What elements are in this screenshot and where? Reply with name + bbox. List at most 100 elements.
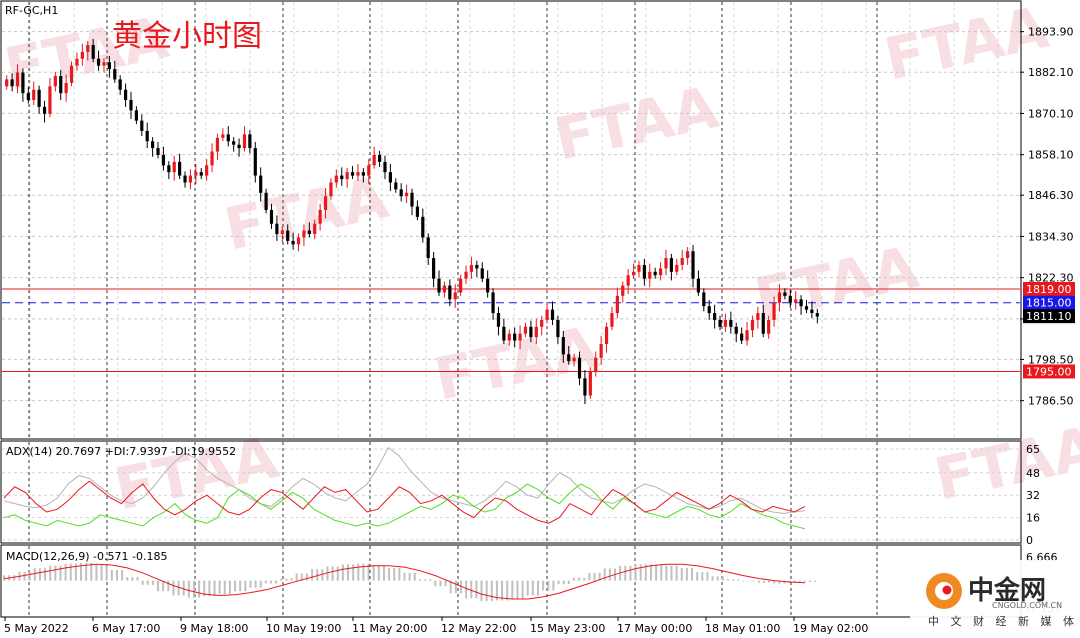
candle-body	[637, 264, 641, 272]
candle-body	[215, 137, 220, 152]
candle-body	[388, 172, 392, 183]
candle-body	[772, 302, 776, 320]
logo-tagline: 中 文 财 经 新 媒 体	[928, 614, 1078, 628]
candle-body	[437, 278, 441, 293]
candle-body	[794, 299, 798, 303]
candle-body	[567, 354, 571, 362]
candle-body	[529, 326, 533, 338]
candle-body	[459, 278, 463, 293]
candle-body	[599, 343, 603, 358]
y-tick-label: 48	[1026, 467, 1040, 480]
candle-body	[518, 333, 522, 341]
candle-body	[221, 134, 225, 138]
candle-body	[621, 285, 625, 296]
candle-body	[680, 258, 684, 265]
price-level-label: 1819.00	[1026, 283, 1072, 296]
candle-body	[718, 319, 722, 327]
candle-body	[323, 196, 328, 210]
x-tick-label: 9 May 18:00	[180, 622, 248, 635]
candle-body	[345, 172, 349, 180]
candle-body	[615, 295, 619, 314]
candle-body	[696, 278, 701, 293]
candle-body	[480, 268, 484, 279]
candle-body	[91, 45, 95, 59]
candle-body	[761, 313, 765, 334]
candle-body	[561, 337, 565, 355]
candle-body	[64, 82, 68, 94]
y-tick-label: 0	[1026, 534, 1033, 547]
y-tick-label: 16	[1026, 512, 1040, 525]
candle-body	[410, 192, 414, 207]
candle-body	[777, 292, 782, 303]
candle-body	[237, 144, 241, 149]
candle-body	[664, 258, 668, 269]
candle-body	[669, 258, 673, 272]
candle-body	[486, 278, 490, 293]
candle-body	[286, 230, 290, 241]
candle-body	[815, 313, 819, 317]
candle-body	[172, 161, 176, 173]
candle-body	[188, 175, 193, 183]
symbol-label: RF-GC,H1	[5, 4, 58, 17]
candle-body	[42, 106, 47, 114]
candle-body	[783, 292, 787, 296]
candle-body	[804, 306, 809, 310]
candle-body	[642, 264, 646, 279]
candle-body	[356, 172, 360, 176]
candle-body	[205, 165, 209, 176]
candle-body	[151, 141, 155, 149]
candle-body	[475, 264, 479, 269]
candle-body	[361, 172, 365, 176]
logo-url: CNGOLD.COM.CN	[992, 601, 1062, 610]
candle-body	[513, 333, 517, 341]
candle-body	[740, 333, 744, 341]
candle-body	[415, 206, 420, 217]
candle-body	[464, 271, 468, 279]
candle-body	[729, 319, 733, 327]
candle-body	[713, 313, 717, 320]
candle-body	[496, 313, 501, 327]
candle-body	[226, 134, 230, 142]
candle-body	[167, 165, 171, 173]
y-tick-label: 1786.50	[1028, 395, 1074, 408]
candle-body	[334, 175, 338, 183]
candle-body	[469, 264, 474, 272]
current-price-label: 1811.10	[1026, 310, 1072, 323]
candle-body	[372, 155, 376, 166]
candle-body	[491, 292, 495, 314]
candle-body	[788, 295, 792, 303]
candle-body	[594, 357, 598, 372]
candle-body	[577, 357, 582, 379]
candle-body	[145, 130, 149, 142]
candle-body	[583, 378, 587, 396]
candle-body	[69, 65, 74, 83]
x-tick-label: 18 May 01:00	[705, 622, 780, 635]
candle-body	[248, 134, 252, 149]
candle-body	[750, 319, 755, 331]
x-tick-label: 5 May 2022	[4, 622, 69, 635]
candle-body	[107, 62, 111, 70]
candle-body	[302, 230, 306, 238]
candle-body	[610, 313, 614, 327]
candle-body	[296, 237, 301, 245]
candle-body	[48, 86, 52, 114]
candle-body	[545, 309, 549, 320]
candle-body	[21, 72, 25, 94]
candle-body	[767, 319, 771, 334]
candle-body	[377, 155, 382, 162]
candle-body	[269, 209, 274, 224]
candle-body	[53, 75, 57, 87]
candle-body	[156, 148, 160, 155]
candle-body	[810, 309, 814, 314]
candle-body	[723, 319, 728, 327]
candle-body	[86, 45, 90, 52]
candle-body	[588, 371, 592, 396]
x-tick-label: 15 May 23:00	[530, 622, 605, 635]
candle-body	[80, 51, 84, 59]
candle-body	[242, 134, 247, 149]
x-tick-label: 6 May 17:00	[92, 622, 160, 635]
y-tick-label: 1882.10	[1028, 66, 1074, 79]
candle-body	[432, 258, 436, 279]
candle-body	[10, 79, 14, 87]
candle-body	[453, 292, 457, 300]
